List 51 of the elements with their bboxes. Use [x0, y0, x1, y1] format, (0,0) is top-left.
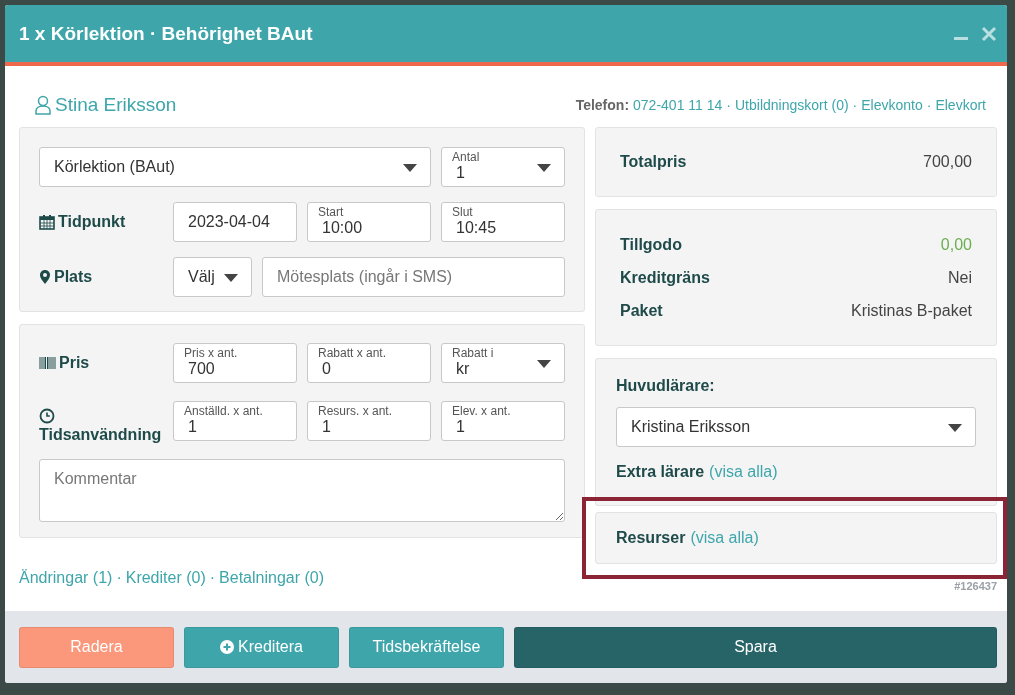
separator-dot: · [726, 97, 731, 113]
input-field[interactable]: Start 10:00 [307, 202, 431, 242]
clock-icon [39, 408, 55, 424]
input-field[interactable]: 2023-04-04 [173, 202, 297, 242]
account-value: Nei [948, 268, 972, 287]
caret-icon [537, 360, 551, 368]
input-field[interactable]: Slut 10:45 [441, 202, 565, 242]
input-field[interactable]: Rabatt x ant. 0 [307, 343, 431, 383]
field-label: Tidsanvändning [39, 426, 162, 444]
separator-dot: · [852, 97, 858, 113]
total-label: Totalpris [620, 153, 687, 171]
field-label: Tidpunkt [58, 213, 126, 231]
barcode-icon [39, 355, 56, 371]
record-id: #126437 [953, 580, 997, 592]
total-value: 700,00 [923, 153, 972, 171]
caret-icon [537, 164, 551, 172]
input-field[interactable]: Mötesplats (ingår i SMS) [262, 257, 565, 297]
teacher-dropdown[interactable]: Kristina Eriksson [616, 407, 976, 447]
dropdown[interactable]: Välj [173, 257, 252, 297]
map-pin-icon [39, 269, 51, 285]
teacher-label: Huvudlärare: [616, 377, 716, 395]
extra-teacher-label: Extra lärare [616, 463, 705, 481]
separator-dot: · [116, 569, 122, 587]
input-field[interactable]: Elev. x ant. 1 [441, 401, 565, 441]
account-value: 0,00 [940, 235, 972, 254]
caret-icon [403, 164, 417, 172]
dropdown[interactable]: Körlektion (BAut) [39, 147, 431, 187]
account-value: Kristinas B-paket [851, 301, 972, 320]
separator-dot: · [926, 97, 932, 113]
account-label: Kreditgräns [620, 268, 710, 287]
field-label: Pris [59, 354, 90, 372]
dropdown[interactable]: Rabatt i kr [441, 343, 565, 383]
comment-field[interactable]: Kommentar [39, 459, 565, 522]
input-field[interactable]: Anställd. x ant. 1 [173, 401, 297, 441]
resource-label: Resurser [616, 529, 686, 547]
caret-icon [948, 424, 962, 432]
account-label: Tillgodo [620, 235, 682, 254]
field-label: Plats [54, 268, 93, 286]
caret-icon [224, 274, 238, 282]
button[interactable]: Spara [514, 626, 997, 668]
plus-circle-icon [220, 640, 235, 654]
input-field[interactable]: Pris x ant. 700 [173, 343, 297, 383]
dropdown[interactable]: Antal 1 [441, 147, 565, 187]
close-button[interactable] [981, 25, 997, 42]
calendar-icon [39, 214, 55, 230]
separator-dot: · [209, 569, 216, 587]
input-field[interactable]: Resurs. x ant. 1 [307, 401, 431, 441]
person-icon [35, 95, 51, 115]
window-title: 1 x Körlektion · Behörighet BAut [19, 22, 313, 45]
phone-label: Telefon: [575, 97, 630, 113]
account-label: Paket [620, 301, 663, 320]
